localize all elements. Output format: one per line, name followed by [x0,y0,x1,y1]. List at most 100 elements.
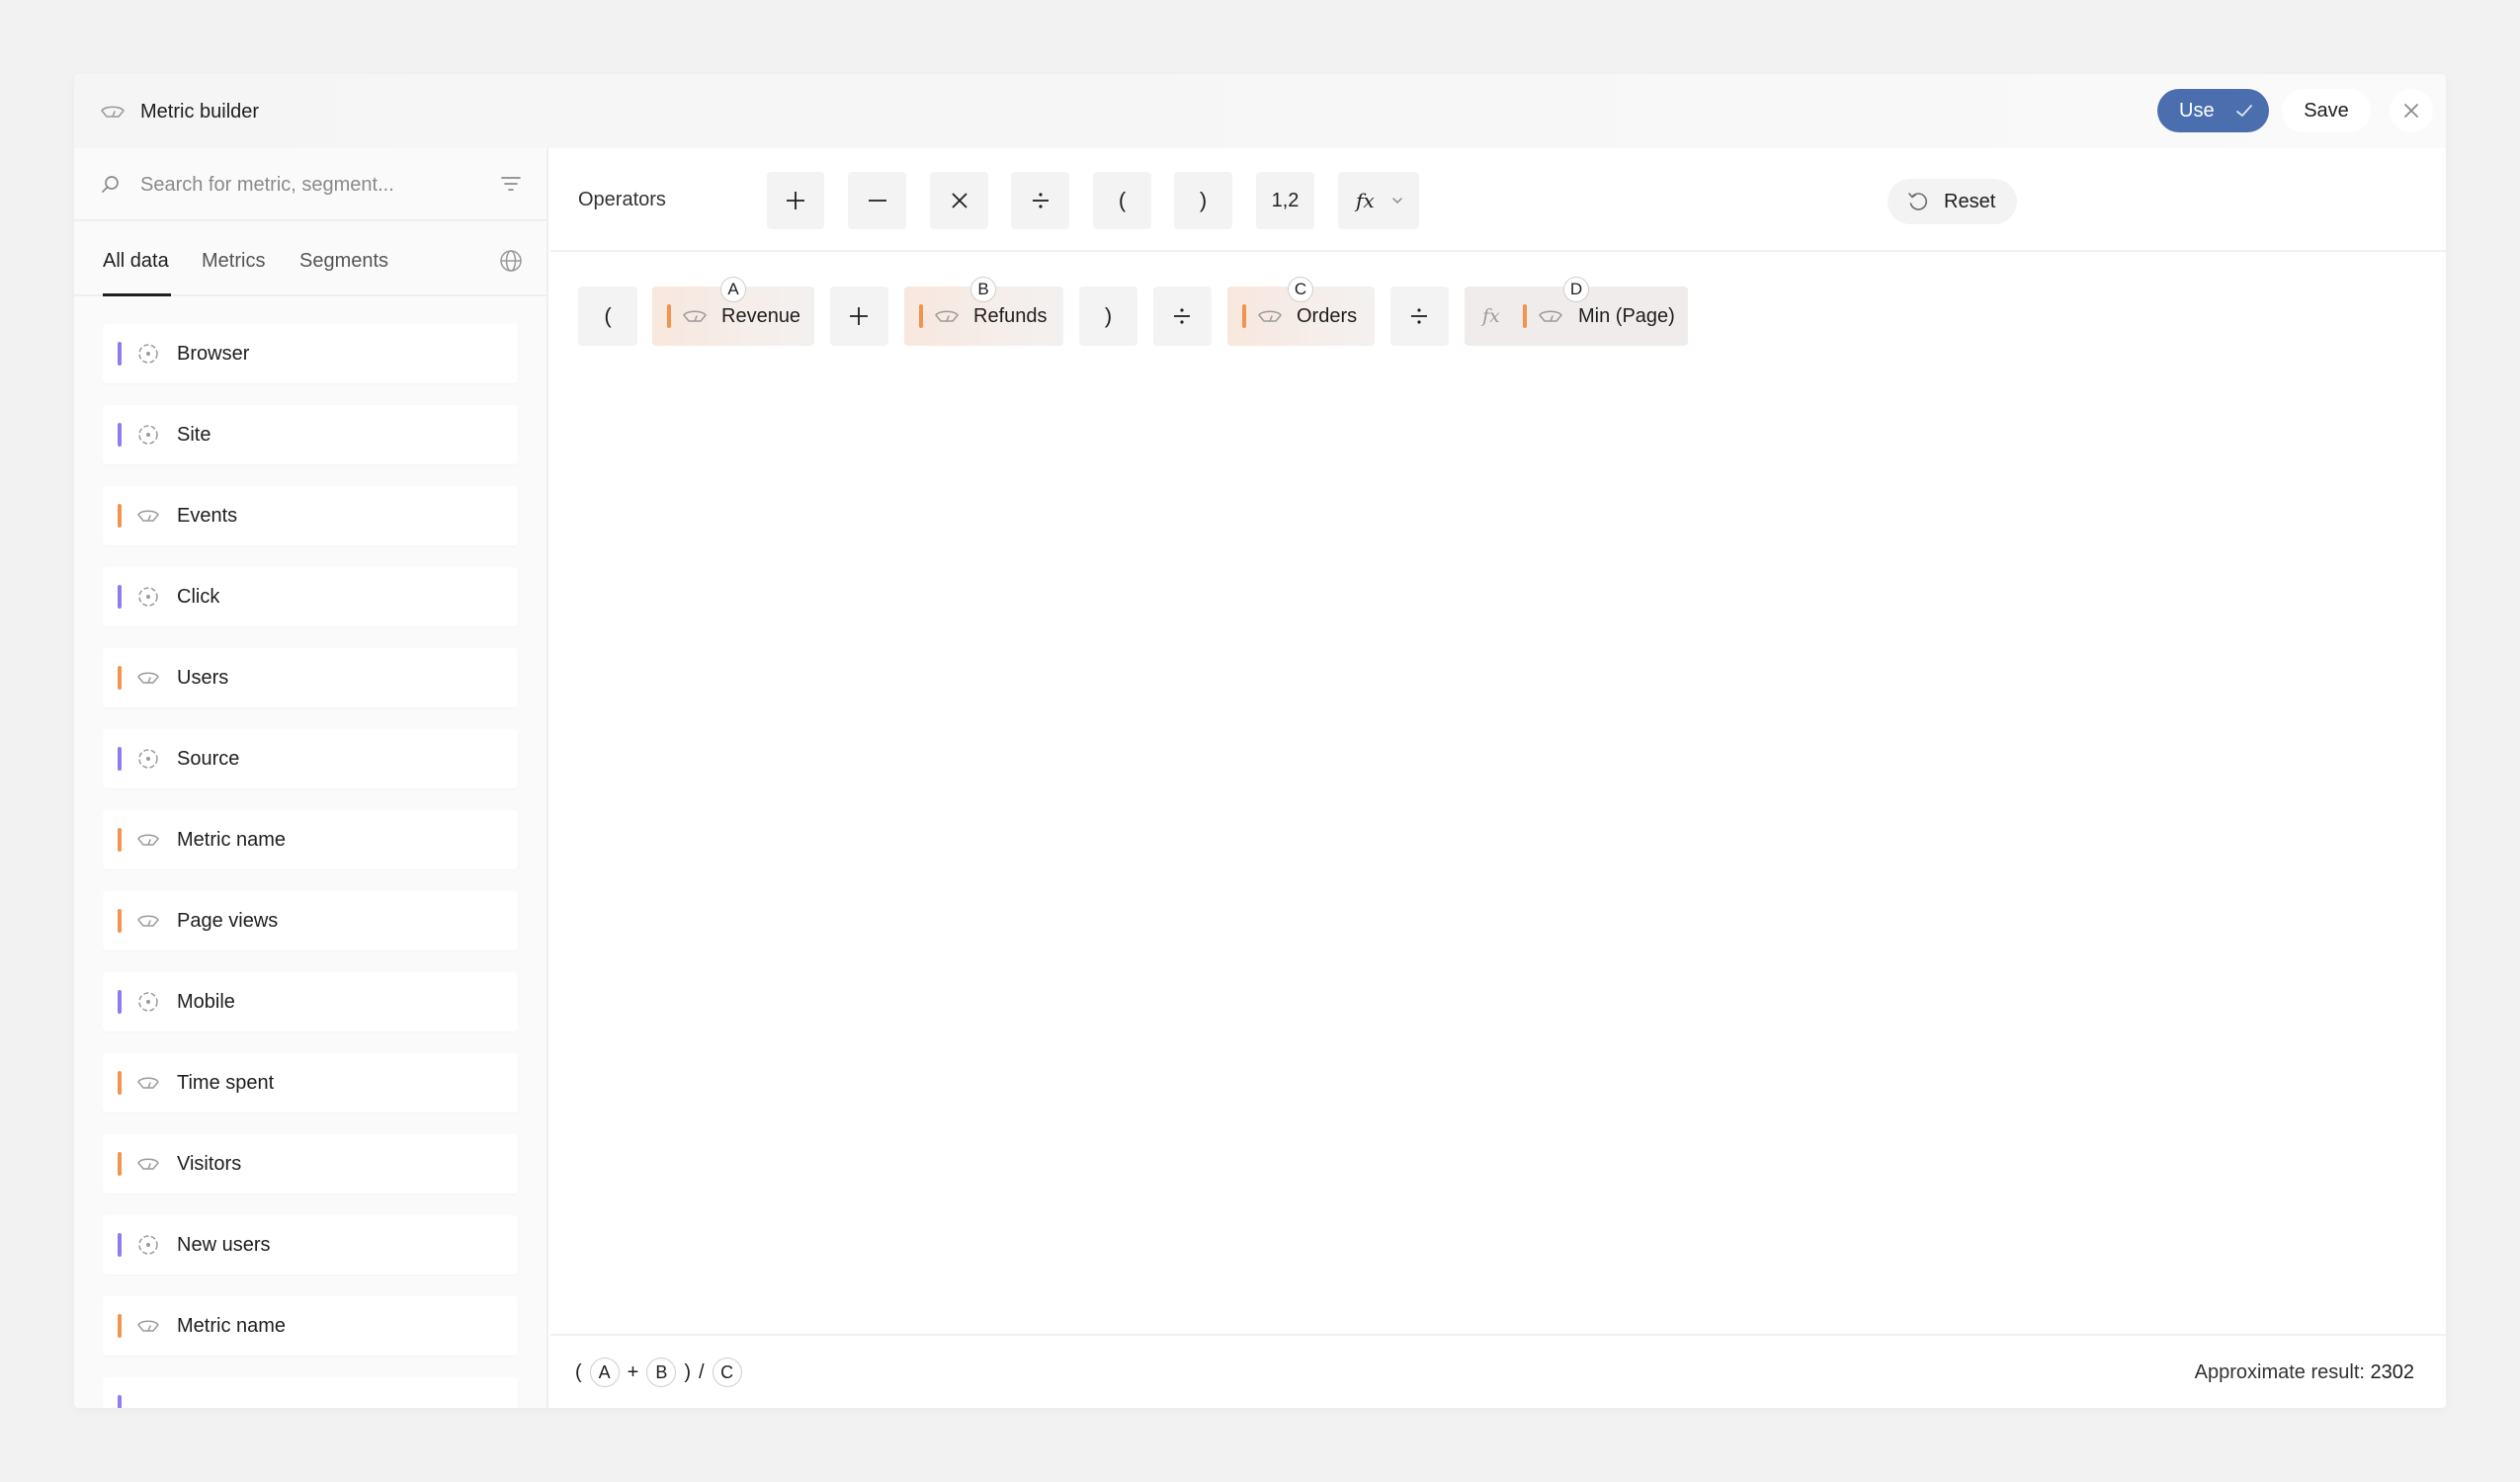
formula-close-paren[interactable]: ) [1079,287,1137,346]
dimension-icon [138,1235,158,1255]
paren-symbol: ) [1104,303,1113,328]
metric-icon [1258,310,1282,322]
dimension-icon [138,425,158,445]
dimension-marker [118,342,122,366]
globe-icon[interactable] [499,249,523,273]
expr-close-paren: ) [684,1360,692,1383]
list-item-label: New users [177,1234,271,1256]
metric-icon [137,1320,159,1332]
divide-icon [1174,308,1190,324]
expr-open-paren: ( [575,1360,582,1383]
expr-plus: + [627,1360,639,1383]
token-name: Revenue [721,305,801,327]
metric-icon [683,310,707,322]
list-item-label: Metric name [177,829,287,851]
token-badge: C [1288,277,1313,302]
token-badge: D [1563,277,1589,302]
tab-segments[interactable]: Segments [299,247,388,275]
list-item-partial[interactable] [103,1377,518,1408]
formula-plus-operator[interactable] [830,287,888,346]
list-item-label: Mobile [177,991,235,1013]
expr-token-b: B [646,1358,677,1387]
list-item-label: Page views [177,910,279,932]
plus-icon [787,192,804,209]
approximate-result-label: Approximate result: [2194,1361,2365,1383]
list-item[interactable]: Source [103,729,518,788]
save-button[interactable]: Save [2282,89,2371,132]
list-item-label: Browser [177,343,250,365]
divide-icon [1032,193,1049,208]
tab-all-data[interactable]: All data [103,247,169,275]
metric-marker [118,828,122,852]
list-item-label: Visitors [177,1153,242,1175]
list-item[interactable]: Time spent [103,1053,518,1112]
list-item-label: Site [177,424,211,446]
expr-token-a: A [589,1358,620,1387]
list-item[interactable]: Browser [103,324,518,383]
token-name: Orders [1297,305,1358,327]
metric-marker [118,504,122,528]
divide-icon [1411,308,1427,324]
list-item-label: Time spent [177,1072,275,1094]
token-badge: A [720,277,746,302]
check-icon [2236,105,2252,117]
operators-label: Operators [578,189,666,210]
list-item[interactable]: Mobile [103,972,518,1031]
expr-token-c: C [712,1358,742,1387]
function-icon: fx [1482,305,1500,327]
metric-icon [101,106,125,118]
token-name: Min (Page) [1578,305,1675,327]
list-item[interactable]: Metric name [103,1296,518,1356]
list-item[interactable]: Page views [103,891,518,950]
list-item-label: Metric name [177,1315,287,1337]
dimension-marker [118,1233,122,1257]
token-badge: B [970,277,996,302]
reset-label: Reset [1944,191,1996,212]
minus-icon [868,200,886,202]
tab-metrics[interactable]: Metrics [202,247,265,275]
plus-icon [850,307,868,325]
metric-icon [137,915,159,927]
metric-icon [137,672,159,684]
metric-marker [118,1071,122,1095]
formula-open-paren[interactable]: ( [578,287,637,346]
metric-icon [137,834,159,846]
function-label: fx [1356,189,1375,212]
dimension-marker [118,585,122,609]
active-tab-indicator [103,293,171,296]
filter-icon[interactable] [501,176,521,192]
list-item[interactable]: Events [103,486,518,545]
search-bar[interactable]: Search for metric, segment... [74,148,546,221]
metric-marker [118,909,122,933]
formula-canvas: ( Revenue A Refunds B ) Orders C fx Min … [578,217,2159,346]
formula-divide-operator[interactable] [1390,287,1449,346]
formula-footer: ( A + B ) / C Approximate result: 2302 [550,1334,2446,1408]
approximate-result-value: 2302 [2370,1361,2415,1383]
list-item[interactable]: Site [103,405,518,464]
chevron-down-icon [1392,198,1402,205]
list-item[interactable]: Click [103,567,518,626]
window-title: Metric builder [140,101,260,123]
close-button[interactable] [2390,89,2433,132]
metric-builder-window: Metric builder Use Save Search for metri… [74,74,2446,1408]
metric-icon [137,1077,159,1089]
dimension-icon [138,992,158,1012]
search-input[interactable]: Search for metric, segment... [140,171,394,199]
use-button[interactable]: Use [2157,89,2269,132]
token-name: Refunds [973,305,1048,327]
metric-marker [118,1314,122,1338]
list-item[interactable]: Users [103,648,518,707]
paren-symbol: ( [604,303,612,328]
window-header: Metric builder Use Save [74,74,2446,148]
expr-slash: / [699,1360,705,1383]
metric-icon [935,310,959,322]
dimension-marker [118,990,122,1014]
formula-expression: ( A + B ) / C [575,1357,742,1388]
multiply-icon [951,193,967,208]
list-item[interactable]: Metric name [103,810,518,869]
list-item[interactable]: Visitors [103,1134,518,1194]
formula-divide-operator[interactable] [1153,287,1212,346]
metric-marker [118,666,122,690]
approximate-result: Approximate result: 2302 [2195,1358,2414,1386]
list-item[interactable]: New users [103,1215,518,1275]
